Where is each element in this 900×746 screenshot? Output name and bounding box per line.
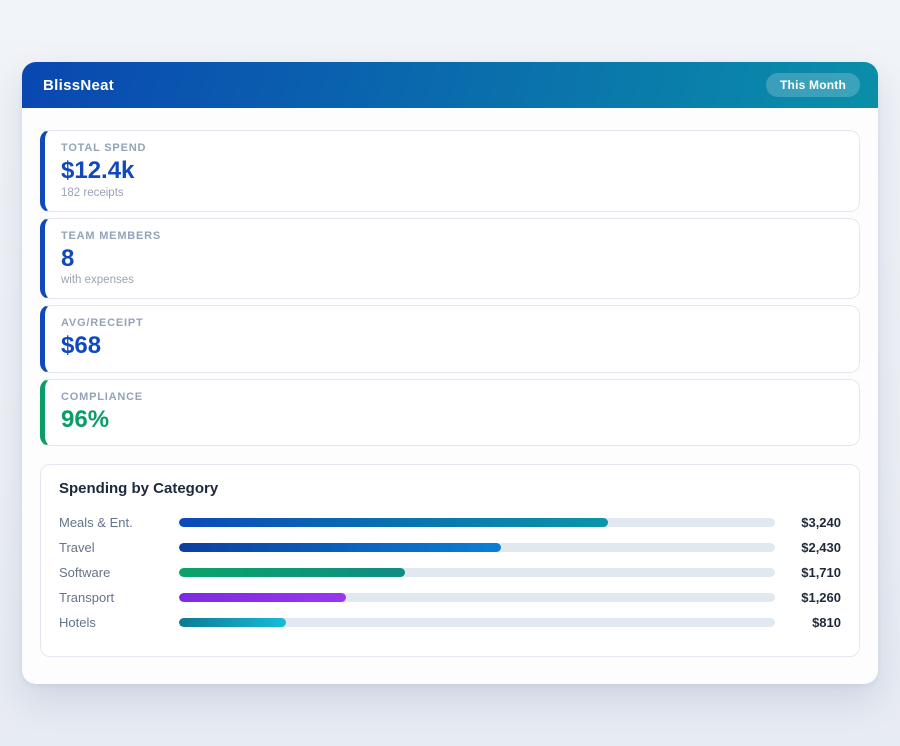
spend-row-travel: Travel $2,430: [59, 535, 841, 560]
bar-fill: [179, 593, 346, 602]
category-value: $810: [775, 615, 841, 630]
spending-by-category-card: Spending by Category Meals & Ent. $3,240…: [40, 464, 860, 657]
stat-card-total-spend: TOTAL SPEND $12.4k 182 receipts: [40, 130, 860, 212]
dashboard-panel: BlissNeat This Month TOTAL SPEND $12.4k …: [22, 62, 878, 684]
category-label: Hotels: [59, 615, 179, 630]
stat-label: TOTAL SPEND: [61, 142, 843, 154]
spend-row-hotels: Hotels $810: [59, 610, 841, 635]
category-value: $2,430: [775, 540, 841, 555]
stat-label: AVG/RECEIPT: [61, 317, 843, 329]
stat-subtext: 182 receipts: [61, 187, 843, 199]
bar-track: [179, 593, 775, 602]
spend-row-meals: Meals & Ent. $3,240: [59, 510, 841, 535]
stat-value: $12.4k: [61, 157, 843, 185]
category-value: $1,260: [775, 590, 841, 605]
spend-row-software: Software $1,710: [59, 560, 841, 585]
stat-card-team-members: TEAM MEMBERS 8 with expenses: [40, 218, 860, 300]
bar-fill: [179, 568, 405, 577]
stat-value: $68: [61, 332, 843, 360]
bar-fill: [179, 543, 501, 552]
category-value: $3,240: [775, 515, 841, 530]
category-label: Transport: [59, 590, 179, 605]
category-label: Meals & Ent.: [59, 515, 179, 530]
stat-card-compliance: COMPLIANCE 96%: [40, 379, 860, 447]
category-label: Travel: [59, 540, 179, 555]
spending-card-title: Spending by Category: [59, 480, 841, 497]
period-badge[interactable]: This Month: [766, 73, 860, 97]
category-value: $1,710: [775, 565, 841, 580]
category-label: Software: [59, 565, 179, 580]
stat-label: COMPLIANCE: [61, 391, 843, 403]
bar-track: [179, 543, 775, 552]
dashboard-content: TOTAL SPEND $12.4k 182 receipts TEAM MEM…: [22, 108, 878, 657]
bar-fill: [179, 618, 286, 627]
bar-track: [179, 568, 775, 577]
bar-track: [179, 618, 775, 627]
stat-label: TEAM MEMBERS: [61, 230, 843, 242]
spend-row-transport: Transport $1,260: [59, 585, 841, 610]
bar-fill: [179, 518, 608, 527]
bar-track: [179, 518, 775, 527]
app-header: BlissNeat This Month: [22, 62, 878, 108]
app-title: BlissNeat: [43, 77, 114, 94]
stat-value: 8: [61, 245, 843, 273]
stat-card-avg-receipt: AVG/RECEIPT $68: [40, 305, 860, 373]
stat-value: 96%: [61, 406, 843, 434]
stat-subtext: with expenses: [61, 274, 843, 286]
